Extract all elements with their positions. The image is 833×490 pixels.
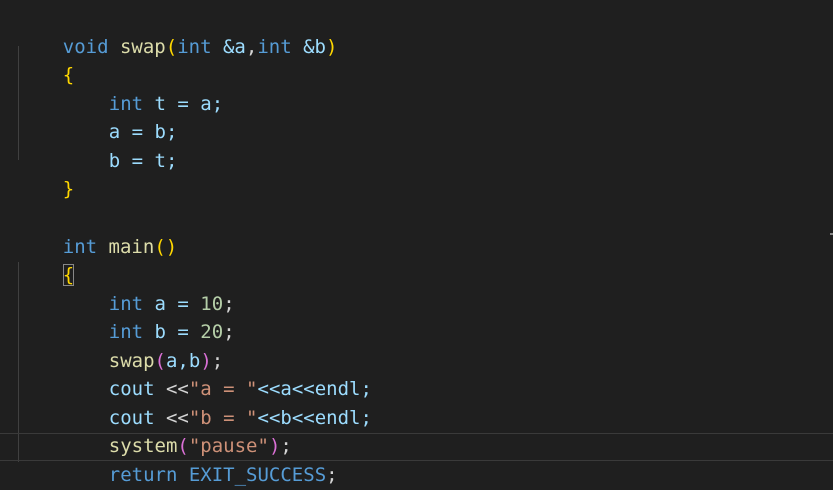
code-editor[interactable]: ​ void swap(int &a,int &b) { int t = a; …	[0, 0, 833, 490]
code-line[interactable]: cout <<"a = "<<a<<endl;	[63, 347, 372, 400]
code-line[interactable]: a = b;	[63, 90, 178, 143]
code-line[interactable]: return EXIT_SUCCESS;	[63, 433, 338, 486]
code-line[interactable]: {	[17, 33, 74, 86]
code-line[interactable]: {	[17, 233, 75, 286]
code-line[interactable]: cout <<"b = "<<b<<endl;	[63, 376, 372, 429]
code-line[interactable]: int a = 10;	[63, 262, 235, 315]
function-name: swap	[119, 36, 166, 58]
code-line[interactable]: int main()	[17, 205, 177, 258]
code-line[interactable]: void swap(int &a,int &b)	[17, 5, 338, 58]
code-line[interactable]: int t = a;	[63, 62, 223, 115]
code-line[interactable]: system("pause");	[63, 404, 292, 457]
code-line[interactable]: }	[17, 147, 74, 200]
close-brace: }	[62, 178, 75, 200]
code-line[interactable]: swap(a,b);	[63, 319, 223, 372]
code-line[interactable]: }	[17, 461, 74, 489]
function-name: main	[108, 236, 155, 258]
code-line[interactable]: int b = 20;	[63, 290, 235, 343]
code-line[interactable]: b = t;	[63, 119, 178, 172]
